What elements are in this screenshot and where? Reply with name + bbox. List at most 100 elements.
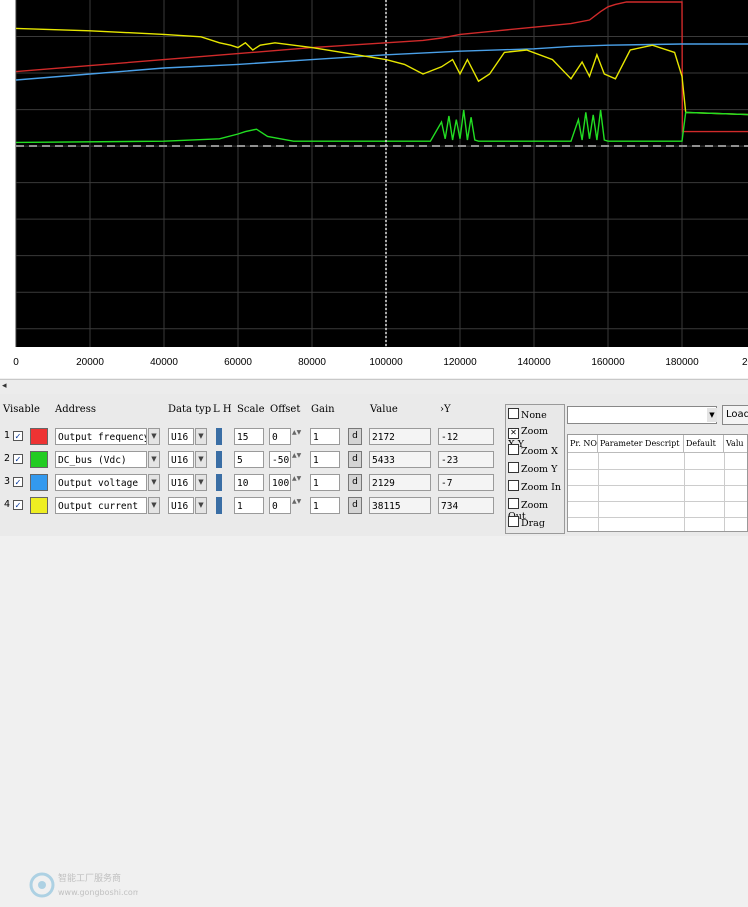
d-button[interactable]: d [348,497,362,514]
x-tick-label: 120000 [443,357,477,368]
data-type-select[interactable]: U16 [168,497,194,514]
zoom-checkbox[interactable] [508,480,519,491]
gain-input[interactable]: 1 [310,428,340,445]
zoom-checkbox[interactable] [508,498,519,509]
parameter-select[interactable] [567,406,717,424]
address-select[interactable]: Output frequency [55,428,147,445]
zoom-mode-group: None✕Zoom X,YZoom XZoom YZoom InZoom Out… [505,404,565,534]
param-col-divider [598,453,599,531]
param-column-header[interactable]: Default [684,435,724,453]
zoom-option[interactable]: Zoom X [508,444,558,457]
data-type-select[interactable]: U16 [168,451,194,468]
color-swatch[interactable] [30,474,48,491]
data-type-dropdown-icon[interactable]: ▼ [195,474,207,491]
address-dropdown-icon[interactable]: ▼ [148,428,160,445]
value-field: 38115 [369,497,431,514]
gain-input[interactable]: 1 [310,451,340,468]
zoom-option-label: Drag [521,518,545,529]
color-swatch[interactable] [30,428,48,445]
d-button[interactable]: d [348,474,362,491]
data-type-select[interactable]: U16 [168,474,194,491]
data-type-dropdown-icon[interactable]: ▼ [195,428,207,445]
x-tick-label: 80000 [298,357,326,368]
header-visible: Visable [3,404,40,415]
parameter-area: ▼ Load Pr. NO Parameter Descript Default Va… [567,404,748,532]
header-data-type: Data typ [168,404,212,415]
zoom-option[interactable]: Zoom Y [508,462,557,475]
header-gain: Gain [311,404,335,415]
scale-input[interactable]: 5 [234,451,264,468]
data-type-dropdown-icon[interactable]: ▼ [195,451,207,468]
offset-spinner-icon[interactable]: ▲▼ [292,429,301,444]
x-tick-label: 60000 [224,357,252,368]
header-lh: L H [213,404,232,415]
color-swatch[interactable] [30,451,48,468]
zoom-option[interactable]: Zoom In [508,480,561,493]
param-column-header[interactable]: Pr. NO [568,435,598,453]
param-row-divider [568,517,747,518]
offset-spinner-icon[interactable]: ▲▼ [292,452,301,467]
param-column-header[interactable]: Parameter Descript [598,435,684,453]
offset-input[interactable]: -50 [269,451,291,468]
data-type-select[interactable]: U16 [168,428,194,445]
x-tick-label: 180000 [665,357,699,368]
gain-input[interactable]: 1 [310,474,340,491]
horizontal-scrollbar[interactable]: ◂ [0,379,748,394]
x-tick-label: 0 [13,357,19,368]
plot-area[interactable] [16,0,748,347]
scale-input[interactable]: 10 [234,474,264,491]
channel-index: 3 [4,476,11,487]
visible-checkbox[interactable]: ✓ [13,454,23,464]
visible-checkbox[interactable]: ✓ [13,431,23,441]
address-dropdown-icon[interactable]: ▼ [148,497,160,514]
y-field: 734 [438,497,494,514]
address-select[interactable]: DC_bus (Vdc) [55,451,147,468]
offset-spinner-icon[interactable]: ▲▼ [292,498,301,513]
zoom-option[interactable]: None [508,408,547,421]
offset-spinner-icon[interactable]: ▲▼ [292,475,301,490]
scale-input[interactable]: 15 [234,428,264,445]
gain-input[interactable]: 1 [310,497,340,514]
header-y: ›Y [440,404,451,415]
address-dropdown-icon[interactable]: ▼ [148,474,160,491]
watermark-text-2: www.gongboshi.com [58,888,138,897]
zoom-checkbox[interactable] [508,408,519,419]
channel-index: 2 [4,453,11,464]
zoom-checkbox[interactable] [508,516,519,527]
color-swatch[interactable] [30,497,48,514]
value-field: 2129 [369,474,431,491]
scale-input[interactable]: 1 [234,497,264,514]
channel-row: 1 ✓ Output frequency ▼ U16 ▼ 15 0 ▲▼ 1 d 2172 -12 [0,426,500,448]
load-button[interactable]: Load [722,405,748,425]
address-select[interactable]: Output voltage [55,474,147,491]
scroll-left-arrow-icon[interactable]: ◂ [2,381,7,391]
offset-input[interactable]: 0 [269,497,291,514]
data-type-dropdown-icon[interactable]: ▼ [195,497,207,514]
zoom-checkbox[interactable] [508,462,519,473]
param-column-header[interactable]: Valu [724,435,747,453]
header-offset: Offset [270,404,301,415]
zoom-option[interactable]: Drag [508,516,545,529]
zoom-checkbox[interactable] [508,444,519,455]
watermark-text-1: 智能工厂服务商 [58,872,121,884]
x-axis-ticks: 0 20000 40000 60000 80000 100000 120000 140000 1… [13,357,748,368]
visible-checkbox[interactable]: ✓ [13,500,23,510]
x-tick-label: 20000 [76,357,104,368]
parameter-table[interactable]: Pr. NO Parameter Descript Default Valu [567,434,748,532]
trend-chart[interactable]: 0 20000 40000 60000 80000 100000 120000 140000 1… [0,0,748,378]
address-select[interactable]: Output current [55,497,147,514]
d-button[interactable]: d [348,451,362,468]
channel-index: 4 [4,499,11,510]
lh-indicator [216,497,222,514]
zoom-option-label: Zoom In [521,482,561,493]
channel-panel: Visable Address Data typ L H Scale Offse… [0,394,748,898]
zoom-option-label: Zoom X [521,446,558,457]
visible-checkbox[interactable]: ✓ [13,477,23,487]
offset-input[interactable]: 100 [269,474,291,491]
x-tick-label: 100000 [369,357,403,368]
offset-input[interactable]: 0 [269,428,291,445]
zoom-checkbox[interactable]: ✕ [508,428,519,439]
d-button[interactable]: d [348,428,362,445]
address-dropdown-icon[interactable]: ▼ [148,451,160,468]
dropdown-arrow-icon[interactable]: ▼ [707,408,717,422]
